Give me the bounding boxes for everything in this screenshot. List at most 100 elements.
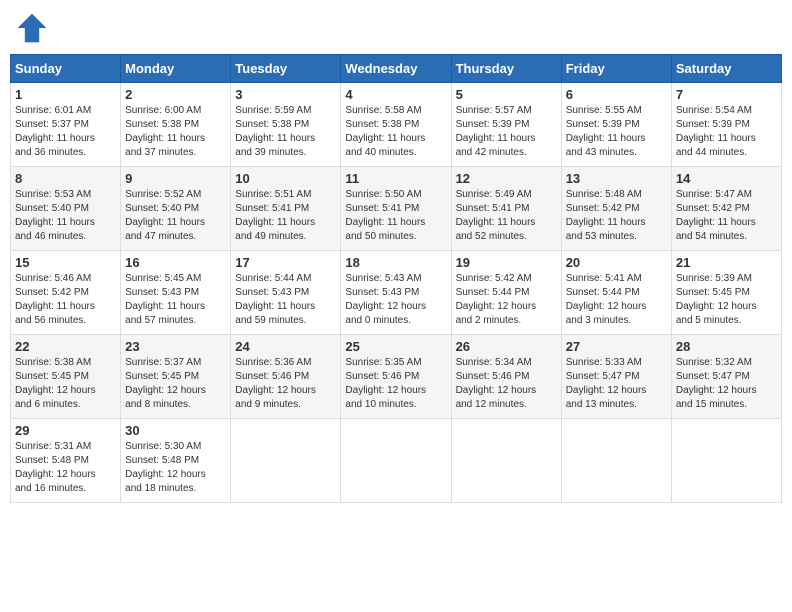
day-info: Sunrise: 5:59 AMSunset: 5:38 PMDaylight:…	[235, 104, 336, 160]
day-info: Sunrise: 5:37 AMSunset: 5:45 PMDaylight:…	[125, 356, 226, 412]
calendar-cell: 11 Sunrise: 5:50 AMSunset: 5:41 PMDayligh…	[341, 167, 451, 251]
day-info: Sunrise: 5:49 AMSunset: 5:41 PMDaylight:…	[456, 188, 557, 244]
calendar-week-row: 15Sunrise: 5:46 AMSunset: 5:42 PMDayligh…	[11, 251, 782, 335]
day-number: 5	[456, 87, 557, 102]
day-number: 7	[676, 87, 777, 102]
day-number: 2	[125, 87, 226, 102]
weekday-header: Saturday	[671, 55, 781, 83]
calendar-cell: 17Sunrise: 5:44 AMSunset: 5:43 PMDayligh…	[231, 251, 341, 335]
calendar-cell	[671, 419, 781, 503]
day-number: 17	[235, 255, 336, 270]
day-number: 27	[566, 339, 667, 354]
day-info: Sunrise: 5:57 AMSunset: 5:39 PMDaylight:…	[456, 104, 557, 160]
calendar-cell: 20 Sunrise: 5:41 AMSunset: 5:44 PMDayligh…	[561, 251, 671, 335]
calendar-cell: 4 Sunrise: 5:58 AMSunset: 5:38 PMDaylight…	[341, 83, 451, 167]
day-number: 16	[125, 255, 226, 270]
calendar-cell: 7 Sunrise: 5:54 AMSunset: 5:39 PMDaylight…	[671, 83, 781, 167]
day-info: Sunrise: 5:48 AMSunset: 5:42 PMDaylight:…	[566, 188, 667, 244]
day-info: Sunrise: 5:39 AMSunset: 5:45 PMDaylight:…	[676, 272, 777, 328]
day-info: Sunrise: 5:50 AMSunset: 5:41 PMDaylight:…	[345, 188, 446, 244]
calendar-cell: 8Sunrise: 5:53 AMSunset: 5:40 PMDaylight…	[11, 167, 121, 251]
calendar-cell: 30Sunrise: 5:30 AMSunset: 5:48 PMDayligh…	[121, 419, 231, 503]
day-number: 22	[15, 339, 116, 354]
calendar-cell	[561, 419, 671, 503]
calendar-cell	[341, 419, 451, 503]
day-number: 13	[566, 171, 667, 186]
calendar-cell: 25Sunrise: 5:35 AMSunset: 5:46 PMDayligh…	[341, 335, 451, 419]
day-number: 24	[235, 339, 336, 354]
day-number: 19	[456, 255, 557, 270]
day-info: Sunrise: 5:31 AMSunset: 5:48 PMDaylight:…	[15, 440, 116, 496]
day-info: Sunrise: 5:58 AMSunset: 5:38 PMDaylight:…	[345, 104, 446, 160]
calendar-cell: 15Sunrise: 5:46 AMSunset: 5:42 PMDayligh…	[11, 251, 121, 335]
calendar-week-row: 1 Sunrise: 6:01 AMSunset: 5:37 PMDaylight…	[11, 83, 782, 167]
day-number: 15	[15, 255, 116, 270]
calendar-header-row: SundayMondayTuesdayWednesdayThursdayFrid…	[11, 55, 782, 83]
day-info: Sunrise: 5:35 AMSunset: 5:46 PMDaylight:…	[345, 356, 446, 412]
day-info: Sunrise: 5:34 AMSunset: 5:46 PMDaylight:…	[456, 356, 557, 412]
day-number: 12	[456, 171, 557, 186]
page-header	[10, 10, 782, 46]
day-number: 6	[566, 87, 667, 102]
day-info: Sunrise: 5:43 AMSunset: 5:43 PMDaylight:…	[345, 272, 446, 328]
calendar-cell: 6 Sunrise: 5:55 AMSunset: 5:39 PMDaylight…	[561, 83, 671, 167]
weekday-header: Wednesday	[341, 55, 451, 83]
calendar-cell: 28 Sunrise: 5:32 AMSunset: 5:47 PMDayligh…	[671, 335, 781, 419]
day-number: 9	[125, 171, 226, 186]
calendar-cell: 12 Sunrise: 5:49 AMSunset: 5:41 PMDayligh…	[451, 167, 561, 251]
day-info: Sunrise: 5:41 AMSunset: 5:44 PMDaylight:…	[566, 272, 667, 328]
day-info: Sunrise: 5:33 AMSunset: 5:47 PMDaylight:…	[566, 356, 667, 412]
weekday-header: Thursday	[451, 55, 561, 83]
day-number: 28	[676, 339, 777, 354]
day-info: Sunrise: 6:01 AMSunset: 5:37 PMDaylight:…	[15, 104, 116, 160]
day-info: Sunrise: 5:42 AMSunset: 5:44 PMDaylight:…	[456, 272, 557, 328]
weekday-header: Friday	[561, 55, 671, 83]
calendar-week-row: 8Sunrise: 5:53 AMSunset: 5:40 PMDaylight…	[11, 167, 782, 251]
calendar-cell: 21Sunrise: 5:39 AMSunset: 5:45 PMDayligh…	[671, 251, 781, 335]
calendar-cell: 16 Sunrise: 5:45 AMSunset: 5:43 PMDayligh…	[121, 251, 231, 335]
calendar-cell: 19 Sunrise: 5:42 AMSunset: 5:44 PMDayligh…	[451, 251, 561, 335]
day-number: 11	[345, 171, 446, 186]
calendar-cell: 24 Sunrise: 5:36 AMSunset: 5:46 PMDayligh…	[231, 335, 341, 419]
logo	[14, 10, 54, 46]
day-number: 14	[676, 171, 777, 186]
day-info: Sunrise: 5:55 AMSunset: 5:39 PMDaylight:…	[566, 104, 667, 160]
day-number: 29	[15, 423, 116, 438]
day-number: 18	[345, 255, 446, 270]
weekday-header: Tuesday	[231, 55, 341, 83]
calendar-cell: 26 Sunrise: 5:34 AMSunset: 5:46 PMDayligh…	[451, 335, 561, 419]
day-info: Sunrise: 5:36 AMSunset: 5:46 PMDaylight:…	[235, 356, 336, 412]
day-number: 1	[15, 87, 116, 102]
calendar-cell	[231, 419, 341, 503]
day-info: Sunrise: 5:54 AMSunset: 5:39 PMDaylight:…	[676, 104, 777, 160]
day-number: 3	[235, 87, 336, 102]
logo-icon	[14, 10, 50, 46]
day-info: Sunrise: 5:45 AMSunset: 5:43 PMDaylight:…	[125, 272, 226, 328]
calendar-table: SundayMondayTuesdayWednesdayThursdayFrid…	[10, 54, 782, 503]
day-number: 4	[345, 87, 446, 102]
calendar-cell: 9 Sunrise: 5:52 AMSunset: 5:40 PMDaylight…	[121, 167, 231, 251]
day-info: Sunrise: 5:32 AMSunset: 5:47 PMDaylight:…	[676, 356, 777, 412]
calendar-cell: 23 Sunrise: 5:37 AMSunset: 5:45 PMDayligh…	[121, 335, 231, 419]
calendar-cell: 14 Sunrise: 5:47 AMSunset: 5:42 PMDayligh…	[671, 167, 781, 251]
day-info: Sunrise: 5:53 AMSunset: 5:40 PMDaylight:…	[15, 188, 116, 244]
calendar-cell: 10 Sunrise: 5:51 AMSunset: 5:41 PMDayligh…	[231, 167, 341, 251]
weekday-header: Sunday	[11, 55, 121, 83]
day-number: 26	[456, 339, 557, 354]
calendar-cell: 3 Sunrise: 5:59 AMSunset: 5:38 PMDaylight…	[231, 83, 341, 167]
calendar-cell: 18 Sunrise: 5:43 AMSunset: 5:43 PMDayligh…	[341, 251, 451, 335]
calendar-cell: 29 Sunrise: 5:31 AMSunset: 5:48 PMDayligh…	[11, 419, 121, 503]
day-number: 30	[125, 423, 226, 438]
calendar-cell: 1 Sunrise: 6:01 AMSunset: 5:37 PMDaylight…	[11, 83, 121, 167]
day-info: Sunrise: 5:51 AMSunset: 5:41 PMDaylight:…	[235, 188, 336, 244]
day-info: Sunrise: 5:52 AMSunset: 5:40 PMDaylight:…	[125, 188, 226, 244]
calendar-cell: 22Sunrise: 5:38 AMSunset: 5:45 PMDayligh…	[11, 335, 121, 419]
day-number: 23	[125, 339, 226, 354]
day-info: Sunrise: 5:47 AMSunset: 5:42 PMDaylight:…	[676, 188, 777, 244]
calendar-week-row: 22Sunrise: 5:38 AMSunset: 5:45 PMDayligh…	[11, 335, 782, 419]
day-number: 20	[566, 255, 667, 270]
calendar-cell: 27 Sunrise: 5:33 AMSunset: 5:47 PMDayligh…	[561, 335, 671, 419]
calendar-cell: 5 Sunrise: 5:57 AMSunset: 5:39 PMDaylight…	[451, 83, 561, 167]
calendar-cell: 2Sunrise: 6:00 AMSunset: 5:38 PMDaylight…	[121, 83, 231, 167]
day-number: 10	[235, 171, 336, 186]
